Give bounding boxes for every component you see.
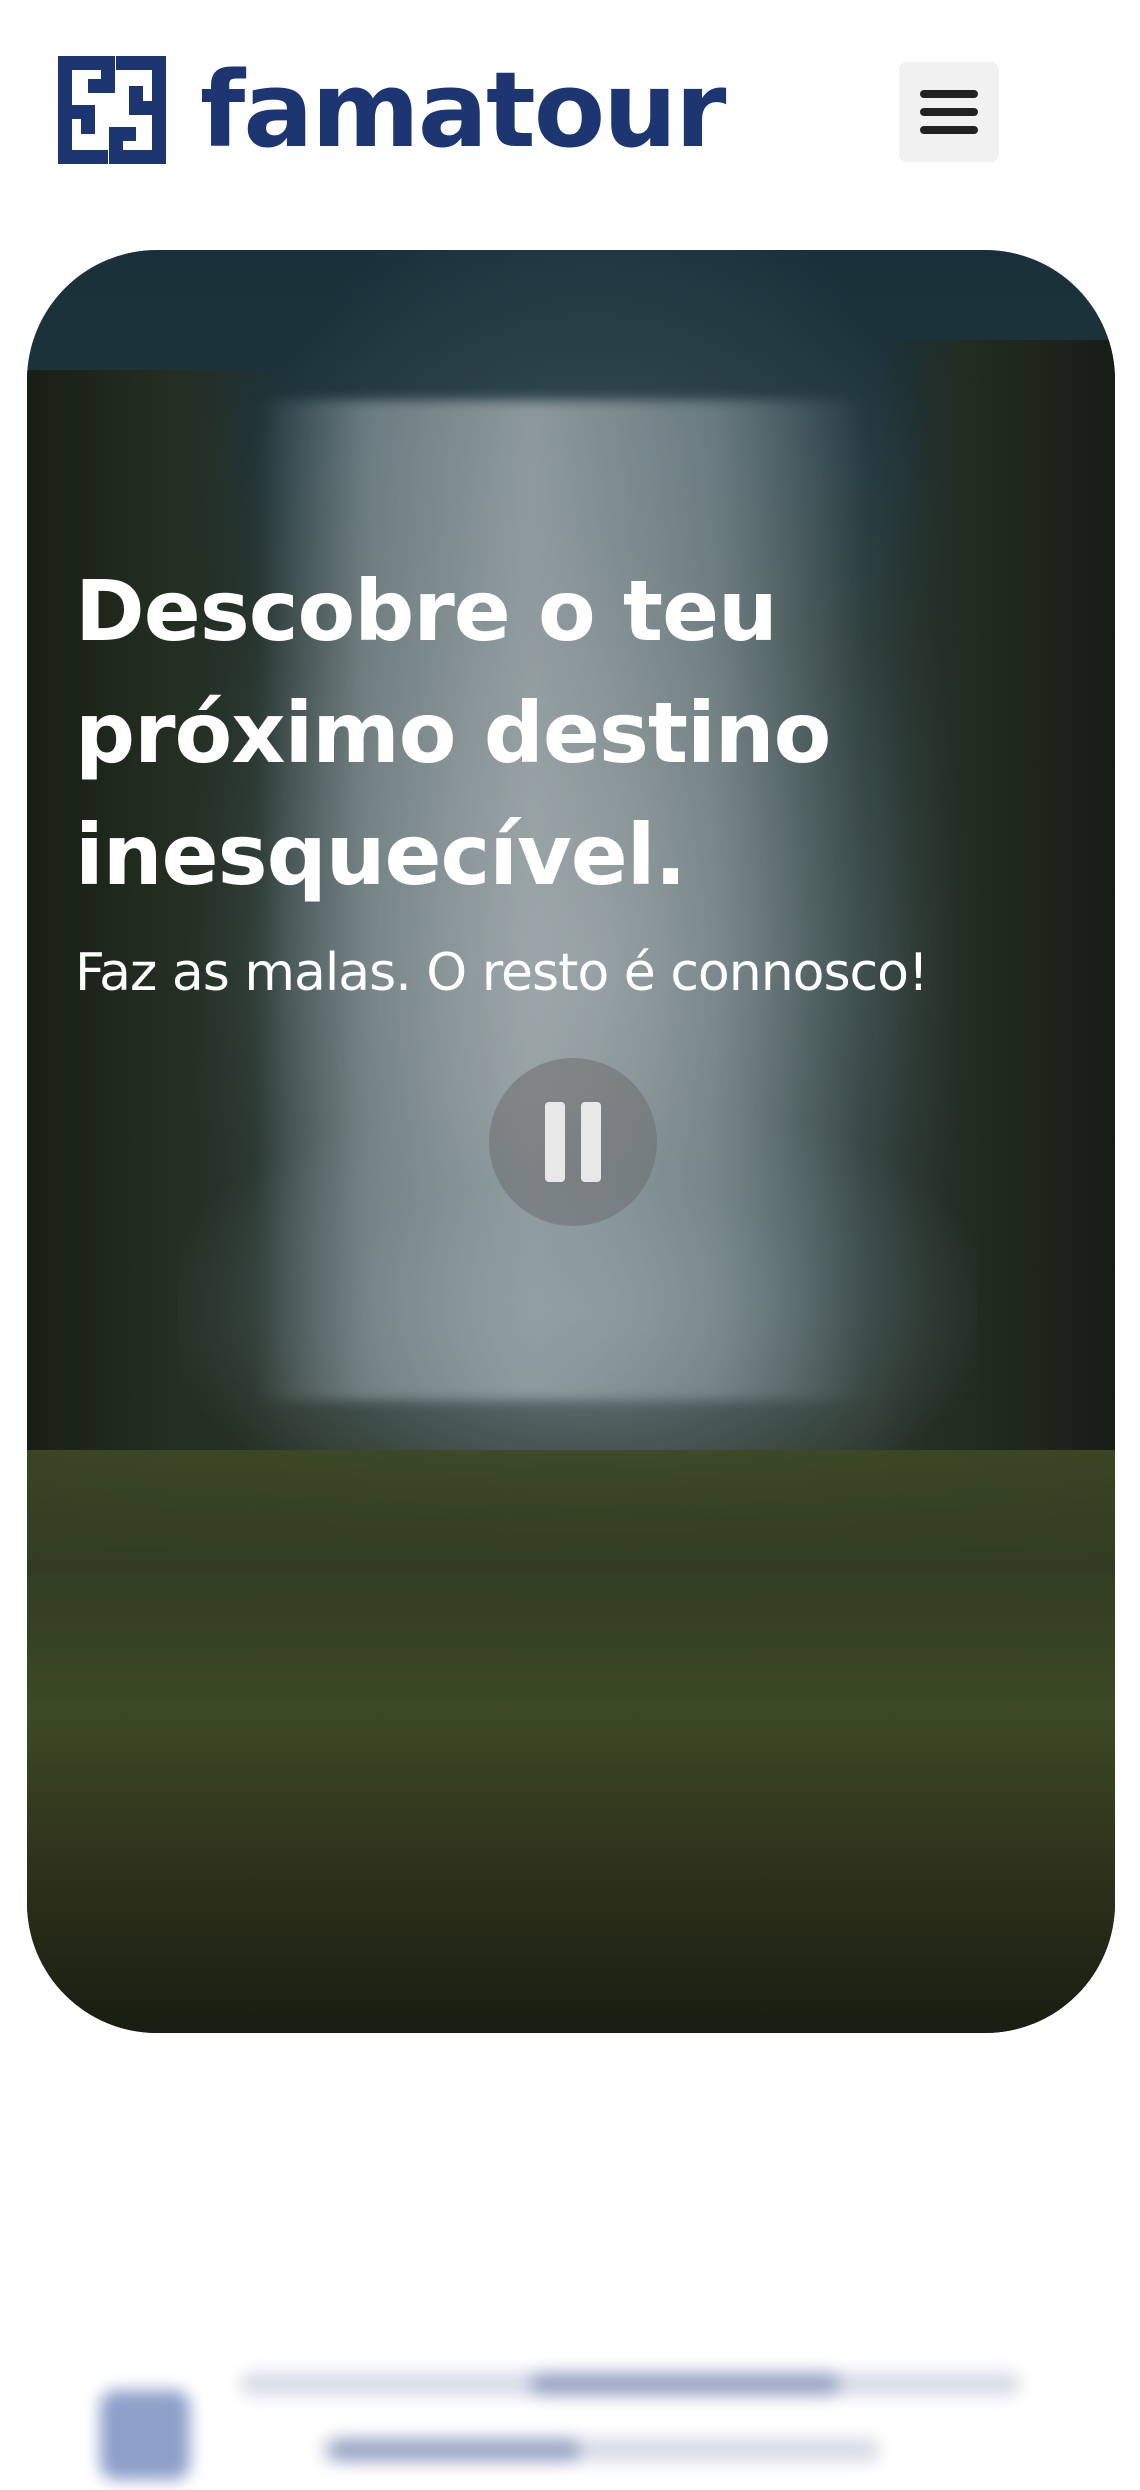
blurred-content-preview <box>90 2350 1040 2490</box>
hero-banner: Descobre o teu próximo destino inesquecí… <box>27 250 1115 2033</box>
famatour-logo-icon <box>58 56 166 164</box>
brand-name: famatour <box>200 49 726 171</box>
menu-button[interactable] <box>899 62 999 162</box>
video-pause-button[interactable] <box>489 1058 657 1226</box>
hero-title: Descobre o teu próximo destino inesquecí… <box>75 562 831 904</box>
brand-logo-link[interactable]: famatour <box>58 49 726 171</box>
pause-icon <box>537 1102 609 1182</box>
hero-subtitle: Faz as malas. O resto é connosco! <box>75 943 929 1003</box>
hamburger-menu-icon <box>920 90 978 134</box>
blurred-icon <box>100 2390 190 2480</box>
site-header: famatour <box>0 0 1140 230</box>
